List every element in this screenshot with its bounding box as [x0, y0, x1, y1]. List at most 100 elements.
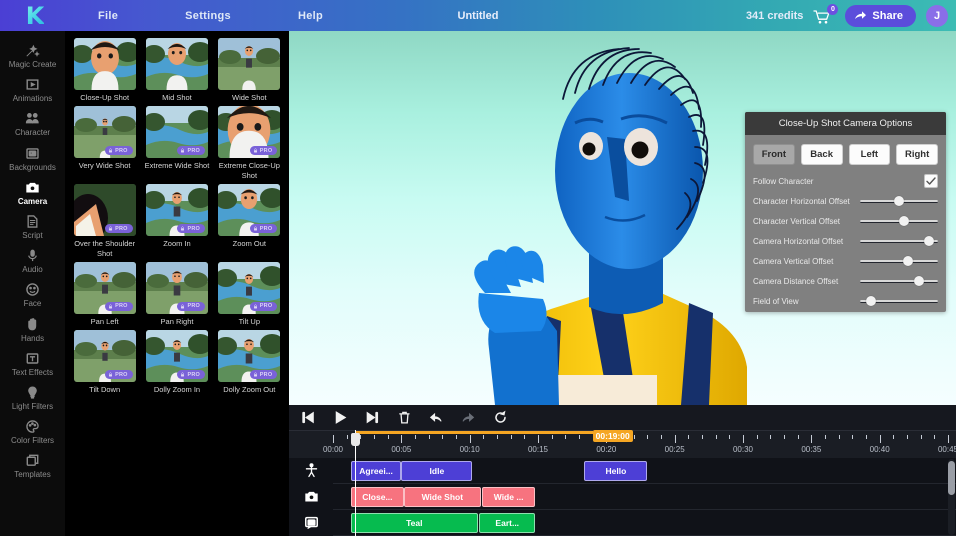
undo-button[interactable] — [429, 410, 444, 425]
camera-shot-panel: Close-Up ShotMid ShotWide Shot PROVery Wi… — [65, 31, 289, 536]
shot-thumbnail[interactable]: PRO — [74, 262, 136, 314]
sidebar-item-audio[interactable]: Audio — [0, 244, 65, 278]
shot-thumbnail[interactable]: PRO — [218, 330, 280, 382]
menu-help[interactable]: Help — [288, 6, 333, 26]
user-avatar[interactable]: J — [926, 5, 948, 27]
shot-card-dolly-zoom-in[interactable]: PRODolly Zoom In — [141, 330, 212, 394]
timeline-clip[interactable]: Eart... — [479, 513, 535, 533]
camera-direction-left-button[interactable]: Left — [849, 144, 891, 165]
sidebar-item-hands[interactable]: Hands — [0, 313, 65, 347]
slider-knob[interactable] — [914, 276, 924, 286]
camera-option-slider[interactable] — [860, 255, 938, 267]
menu-settings[interactable]: Settings — [175, 6, 241, 26]
sidebar-item-camera[interactable]: Camera — [0, 176, 65, 210]
delete-button[interactable] — [397, 410, 412, 425]
sidebar-item-character[interactable]: Character — [0, 107, 65, 141]
playhead-handle[interactable] — [351, 433, 360, 446]
camera-option-slider[interactable] — [860, 275, 938, 287]
shot-thumbnail[interactable]: PRO — [74, 106, 136, 158]
shot-card-pan-left[interactable]: PROPan Left — [69, 262, 140, 326]
sidebar-item-color-filters[interactable]: Color Filters — [0, 415, 65, 449]
background-icon[interactable] — [289, 510, 333, 536]
shot-thumbnail[interactable]: PRO — [74, 330, 136, 382]
camera-option-slider[interactable] — [860, 295, 938, 307]
sidebar-item-magic-create[interactable]: Magic Create — [0, 39, 65, 73]
shot-thumbnail[interactable]: PRO — [218, 106, 280, 158]
timeline-clip[interactable]: Hello — [584, 461, 647, 481]
shot-thumbnail[interactable]: PRO — [146, 106, 208, 158]
timeline-clip[interactable]: Wide ... — [482, 487, 535, 507]
shot-thumbnail[interactable]: PRO — [146, 262, 208, 314]
shot-card-mid-shot[interactable]: Mid Shot — [141, 38, 212, 102]
timeline-clip[interactable]: Agreei... — [351, 461, 402, 481]
shot-thumbnail[interactable] — [74, 38, 136, 90]
sidebar-item-face[interactable]: Face — [0, 278, 65, 312]
shot-thumbnail[interactable]: PRO — [218, 262, 280, 314]
track-lane[interactable]: TealEart... — [333, 510, 956, 536]
shot-thumbnail[interactable]: PRO — [74, 184, 136, 236]
shot-card-tilt-down[interactable]: PROTilt Down — [69, 330, 140, 394]
shot-card-zoom-out[interactable]: PROZoom Out — [214, 184, 285, 258]
sidebar-item-text-effects[interactable]: Text Effects — [0, 347, 65, 381]
camera-option-slider[interactable] — [860, 215, 938, 227]
sidebar-item-animations[interactable]: Animations — [0, 73, 65, 107]
shot-thumbnail[interactable] — [146, 38, 208, 90]
shot-card-wide-shot[interactable]: Wide Shot — [214, 38, 285, 102]
pro-badge: PRO — [105, 146, 133, 155]
redo-button[interactable] — [461, 410, 476, 425]
timeline-range-bar[interactable] — [355, 431, 593, 434]
track-lane[interactable]: Agreei...Idle Hello — [333, 458, 956, 484]
timeline-vertical-scrollbar[interactable] — [948, 459, 955, 535]
slider-knob[interactable] — [899, 216, 909, 226]
shot-card-dolly-zoom-out[interactable]: PRODolly Zoom Out — [214, 330, 285, 394]
shot-card-extreme-close-up-shot[interactable]: PROExtreme Close-Up Shot — [214, 106, 285, 180]
shot-card-over-the-shoulder-shot[interactable]: PROOver the Shoulder Shot — [69, 184, 140, 258]
follow-character-checkbox[interactable] — [924, 174, 938, 188]
sidebar-item-backgrounds[interactable]: Backgrounds — [0, 142, 65, 176]
sidebar-item-light-filters[interactable]: Light Filters — [0, 381, 65, 415]
track-lane[interactable]: Close...Wide ShotWide ... — [333, 484, 956, 510]
shot-thumbnail[interactable]: PRO — [218, 184, 280, 236]
shot-card-close-up-shot[interactable]: Close-Up Shot — [69, 38, 140, 102]
timeline-playhead[interactable] — [355, 430, 356, 536]
play-button[interactable] — [333, 410, 348, 425]
shot-thumbnail[interactable] — [218, 38, 280, 90]
sidebar-item-script[interactable]: Script — [0, 210, 65, 244]
logo-k-icon: K — [26, 4, 45, 28]
timeline-clip[interactable]: Teal — [351, 513, 478, 533]
shot-card-pan-right[interactable]: PROPan Right — [141, 262, 212, 326]
slider-knob[interactable] — [894, 196, 904, 206]
cart-button[interactable]: 0 — [813, 5, 835, 27]
text-box-icon — [25, 350, 40, 367]
menu-file[interactable]: File — [88, 6, 128, 26]
slider-knob[interactable] — [903, 256, 913, 266]
timeline-ruler[interactable]: 00:19:00 00:0000:0500:1000:1500:2000:250… — [289, 430, 956, 458]
slider-knob[interactable] — [924, 236, 934, 246]
shot-card-tilt-up[interactable]: PROTilt Up — [214, 262, 285, 326]
shot-thumbnail[interactable]: PRO — [146, 330, 208, 382]
pro-badge: PRO — [250, 146, 278, 155]
camera-direction-right-button[interactable]: Right — [896, 144, 938, 165]
timeline-clip[interactable]: Wide Shot — [404, 487, 481, 507]
camera-option-slider[interactable] — [860, 195, 938, 207]
app-logo[interactable]: K — [0, 4, 70, 28]
scrollbar-thumb[interactable] — [948, 461, 955, 495]
shot-thumbnail[interactable]: PRO — [146, 184, 208, 236]
camera-direction-front-button[interactable]: Front — [753, 144, 795, 165]
camera-icon[interactable] — [289, 484, 333, 510]
preview-viewport[interactable]: Close-Up Shot Camera Options FrontBackLe… — [289, 31, 956, 405]
reset-button[interactable] — [493, 410, 508, 425]
timeline-clip[interactable]: Idle — [401, 461, 472, 481]
character-animation-icon[interactable] — [289, 458, 333, 484]
sidebar-item-templates[interactable]: Templates — [0, 449, 65, 483]
skip-to-start-button[interactable] — [301, 410, 316, 425]
camera-option-slider[interactable] — [860, 235, 938, 247]
shot-card-extreme-wide-shot[interactable]: PROExtreme Wide Shot — [141, 106, 212, 180]
camera-direction-back-button[interactable]: Back — [801, 144, 843, 165]
timeline-clip[interactable]: Close... — [351, 487, 404, 507]
shot-card-zoom-in[interactable]: PROZoom In — [141, 184, 212, 258]
share-button[interactable]: Share — [845, 5, 916, 27]
skip-to-end-button[interactable] — [365, 410, 380, 425]
shot-card-very-wide-shot[interactable]: PROVery Wide Shot — [69, 106, 140, 180]
slider-knob[interactable] — [866, 296, 876, 306]
